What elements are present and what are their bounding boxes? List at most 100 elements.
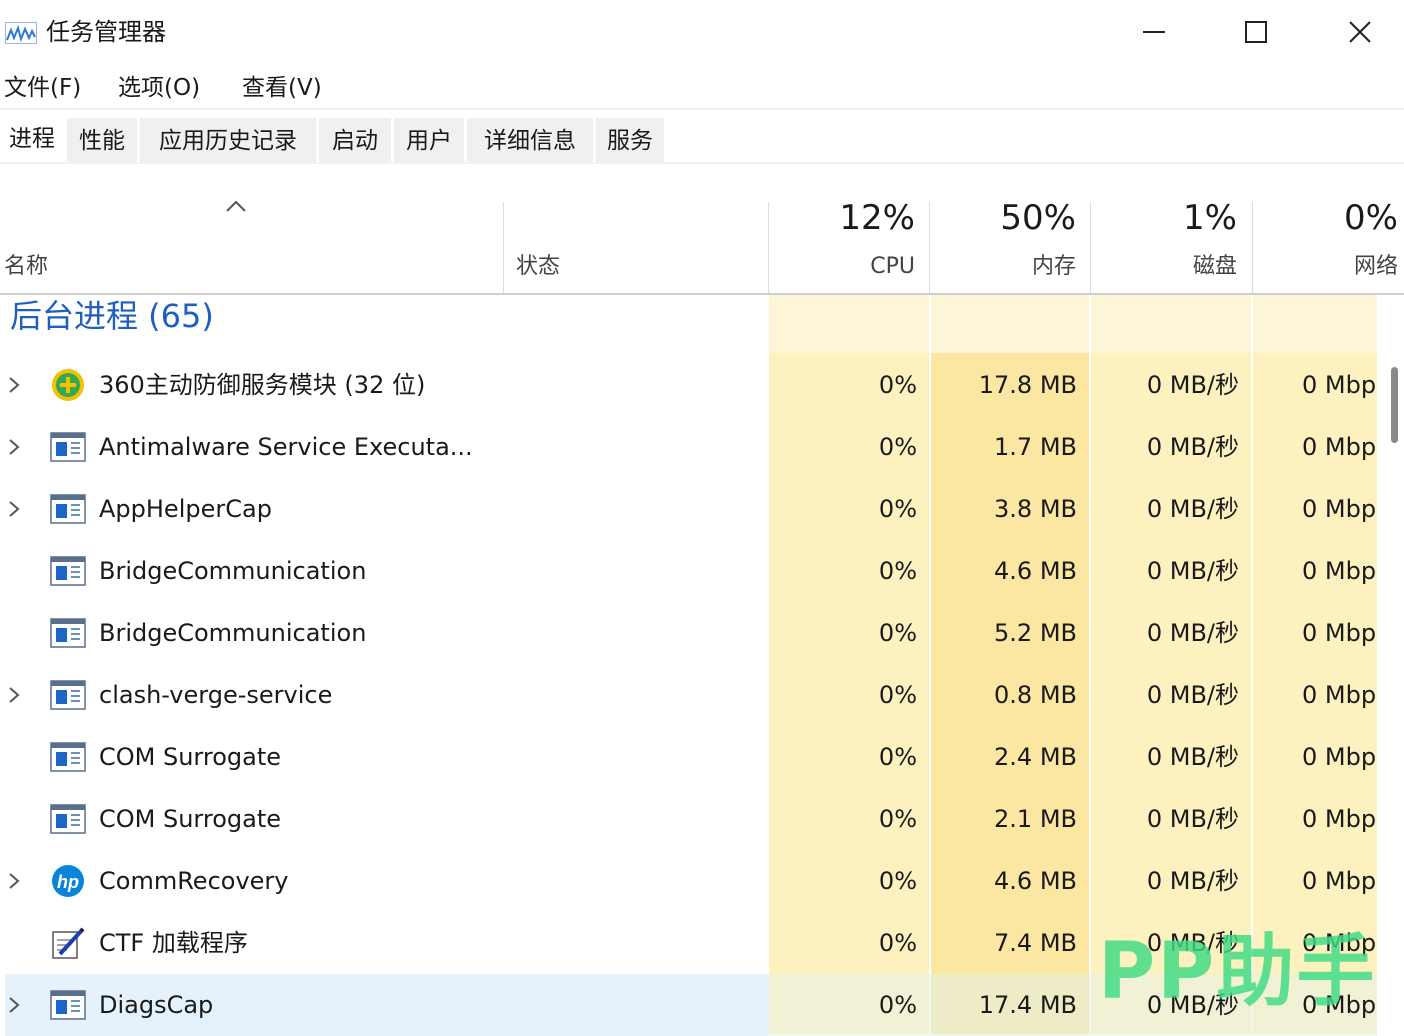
tab-details[interactable]: 详细信息 (467, 118, 593, 162)
process-name: BridgeCommunication (99, 619, 367, 647)
network-value: 0 Mbps (1302, 557, 1377, 585)
network-percent[interactable]: 0% (1253, 196, 1398, 240)
column-cpu-header[interactable]: CPU (769, 252, 915, 282)
memory-percent[interactable]: 50% (931, 196, 1076, 240)
close-button[interactable] (1330, 10, 1390, 54)
process-name: DiagsCap (99, 991, 214, 1019)
title-bar: 任务管理器 (0, 0, 1404, 64)
cpu-value: 0% (878, 991, 917, 1019)
app-window-icon (50, 430, 86, 464)
process-name: COM Surrogate (99, 743, 282, 771)
app-window-icon (50, 802, 86, 836)
tabs-divider (0, 162, 1404, 164)
disk-value: 0 MB/秒 (1146, 805, 1239, 833)
ctf-pen-icon (50, 926, 86, 960)
menu-file[interactable]: 文件(F) (4, 70, 81, 106)
memory-value: 0.8 MB (994, 681, 1077, 709)
network-value: 0 Mbps (1302, 619, 1377, 647)
network-value: 0 Mbps (1302, 743, 1377, 771)
360-shield-icon (50, 368, 86, 402)
minimize-icon (1143, 31, 1165, 33)
close-icon (1349, 21, 1371, 43)
process-row[interactable]: hp CommRecovery 0% 4.6 MB 0 MB/秒 0 Mbps (0, 850, 1377, 912)
expand-chevron-icon[interactable] (6, 498, 22, 520)
hp-logo-icon: hp (50, 864, 86, 898)
window-title: 任务管理器 (46, 18, 166, 46)
process-row[interactable]: BridgeCommunication 0% 5.2 MB 0 MB/秒 0 Mbps (0, 602, 1377, 664)
network-value: 0 Mbps (1302, 495, 1377, 523)
column-separator[interactable] (929, 202, 930, 294)
column-network-header[interactable]: 网络 (1253, 252, 1398, 282)
memory-value: 5.2 MB (994, 619, 1077, 647)
column-memory-header[interactable]: 内存 (931, 252, 1076, 282)
expand-chevron-icon[interactable] (6, 994, 22, 1016)
column-name-header[interactable]: 名称 (4, 252, 48, 282)
menu-view[interactable]: 查看(V) (242, 70, 322, 106)
disk-percent[interactable]: 1% (1091, 196, 1237, 240)
disk-value: 0 MB/秒 (1146, 743, 1239, 771)
cpu-value: 0% (878, 557, 917, 585)
process-name: CTF 加载程序 (99, 929, 248, 957)
vertical-scrollbar[interactable] (1377, 295, 1404, 1034)
process-name: COM Surrogate (99, 805, 282, 833)
cpu-value: 0% (878, 495, 917, 523)
maximize-icon (1245, 21, 1267, 43)
task-manager-chart-icon (5, 22, 37, 44)
expand-chevron-icon[interactable] (6, 436, 22, 458)
svg-text:hp: hp (57, 872, 79, 892)
tab-app-history[interactable]: 应用历史记录 (140, 118, 316, 162)
expand-chevron-icon[interactable] (6, 684, 22, 706)
process-row[interactable]: 360主动防御服务模块 (32 位) 0% 17.8 MB 0 MB/秒 0 Mbps (0, 354, 1377, 416)
process-row[interactable]: COM Surrogate 0% 2.4 MB 0 MB/秒 0 Mbps (0, 726, 1377, 788)
process-row[interactable]: COM Surrogate 0% 2.1 MB 0 MB/秒 0 Mbps (0, 788, 1377, 850)
cpu-value: 0% (878, 805, 917, 833)
cpu-percent[interactable]: 12% (769, 196, 915, 240)
column-disk-header[interactable]: 磁盘 (1091, 252, 1237, 282)
memory-value: 17.8 MB (978, 371, 1077, 399)
disk-value: 0 MB/秒 (1146, 681, 1239, 709)
expand-chevron-icon[interactable] (6, 870, 22, 892)
column-separator[interactable] (503, 202, 504, 294)
network-value: 0 Mbps (1302, 433, 1377, 461)
menu-bar: 文件(F) 选项(O) 查看(V) (0, 70, 1404, 106)
disk-value: 0 MB/秒 (1146, 557, 1239, 585)
app-window-icon (50, 740, 86, 774)
process-name: AppHelperCap (99, 495, 272, 523)
menu-options[interactable]: 选项(O) (118, 70, 200, 106)
tab-startup[interactable]: 启动 (319, 118, 391, 162)
memory-value: 4.6 MB (994, 867, 1077, 895)
disk-value: 0 MB/秒 (1146, 619, 1239, 647)
memory-value: 7.4 MB (994, 929, 1077, 957)
menu-divider (0, 108, 1404, 110)
watermark: PP助手 (1098, 927, 1377, 1017)
sort-ascending-icon[interactable] (224, 198, 248, 214)
memory-value: 4.6 MB (994, 557, 1077, 585)
tab-processes[interactable]: 进程 (0, 118, 64, 162)
process-row[interactable]: clash-verge-service 0% 0.8 MB 0 MB/秒 0 Mbps (0, 664, 1377, 726)
process-row[interactable]: BridgeCommunication 0% 4.6 MB 0 MB/秒 0 Mbps (0, 540, 1377, 602)
app-window-icon (50, 616, 86, 650)
process-name: CommRecovery (99, 867, 289, 895)
tab-performance[interactable]: 性能 (67, 118, 137, 162)
tab-users[interactable]: 用户 (394, 118, 464, 162)
cpu-value: 0% (878, 867, 917, 895)
column-status-header[interactable]: 状态 (516, 252, 560, 282)
cpu-value: 0% (878, 433, 917, 461)
group-title-background-processes[interactable]: 后台进程 (65) (10, 294, 214, 338)
minimize-button[interactable] (1124, 10, 1184, 54)
scrollbar-thumb[interactable] (1391, 367, 1398, 443)
network-value: 0 Mbps (1302, 681, 1377, 709)
network-value: 0 Mbps (1302, 805, 1377, 833)
app-window-icon (50, 492, 86, 526)
disk-value: 0 MB/秒 (1146, 433, 1239, 461)
network-value: 0 Mbps (1302, 371, 1377, 399)
process-row[interactable]: AppHelperCap 0% 3.8 MB 0 MB/秒 0 Mbps (0, 478, 1377, 540)
process-name: clash-verge-service (99, 681, 333, 709)
maximize-button[interactable] (1226, 10, 1286, 54)
tab-services[interactable]: 服务 (596, 118, 664, 162)
expand-chevron-icon[interactable] (6, 374, 22, 396)
process-row[interactable]: Antimalware Service Executa... 0% 1.7 MB 0 … (0, 416, 1377, 478)
disk-value: 0 MB/秒 (1146, 495, 1239, 523)
disk-value: 0 MB/秒 (1146, 371, 1239, 399)
cpu-value: 0% (878, 371, 917, 399)
